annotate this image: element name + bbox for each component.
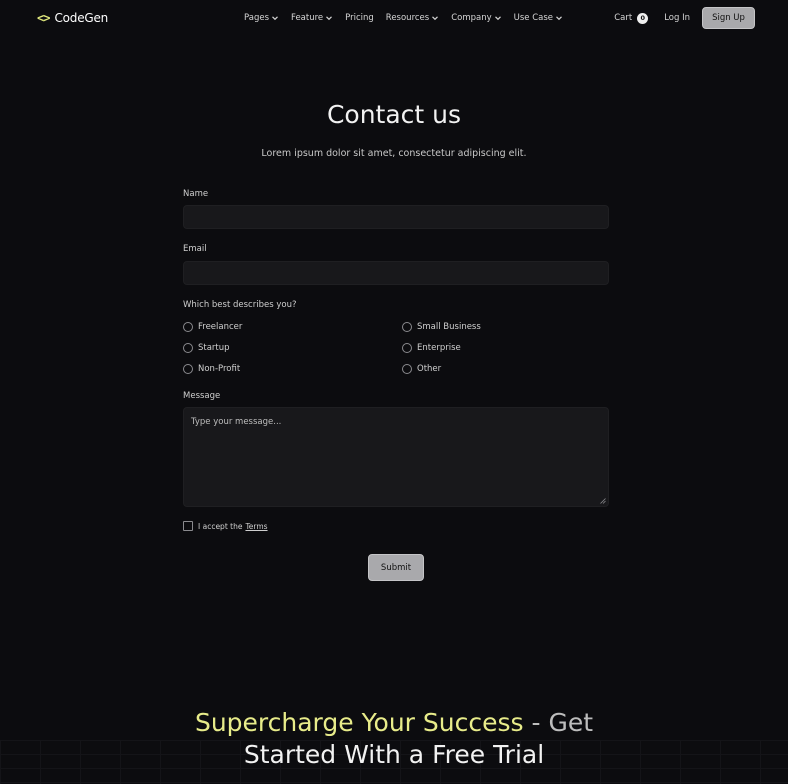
nav-item-pages[interactable]: Pages xyxy=(244,13,279,23)
chevron-down-icon xyxy=(494,16,501,21)
email-input[interactable] xyxy=(183,261,609,285)
message-label: Message xyxy=(183,391,221,401)
nav-item-company[interactable]: Company xyxy=(451,13,501,23)
cta-rest: - Get xyxy=(523,708,594,737)
site-header: <> CodeGen Pages Feature Pricing Resourc… xyxy=(0,0,788,36)
nav-item-pricing[interactable]: Pricing xyxy=(345,13,374,23)
name-input[interactable] xyxy=(183,205,609,229)
chevron-down-icon xyxy=(326,16,333,21)
name-label: Name xyxy=(183,189,209,199)
cta-line-2: Started With a Free Trial xyxy=(243,740,545,769)
cta-line-1: Supercharge Your Success - Get xyxy=(0,707,788,739)
terms-checkbox-row[interactable]: I accept the Terms xyxy=(183,521,268,531)
cta-highlight: Supercharge Your Success xyxy=(194,708,524,737)
email-label: Email xyxy=(183,244,207,254)
header-actions: Cart 0 Log In Sign Up xyxy=(614,7,755,29)
radio-circle[interactable] xyxy=(183,343,193,353)
logo[interactable]: <> CodeGen xyxy=(37,11,108,25)
nav-label: Use Case xyxy=(513,13,554,23)
terms-checkbox[interactable] xyxy=(183,521,193,531)
message-textarea[interactable]: Type your message... xyxy=(183,407,609,507)
radio-other[interactable]: Other xyxy=(402,364,441,374)
nav-label: Feature xyxy=(291,13,324,23)
describe-label: Which best describes you? xyxy=(183,300,297,310)
radio-circle[interactable] xyxy=(402,322,412,332)
terms-link[interactable]: Terms xyxy=(245,522,267,531)
nav-label: Resources xyxy=(385,13,430,23)
radio-circle[interactable] xyxy=(183,364,193,374)
message-placeholder: Type your message... xyxy=(191,417,282,427)
brand-name: CodeGen xyxy=(54,11,109,25)
nav-item-feature[interactable]: Feature xyxy=(291,13,333,23)
cart-label: Cart xyxy=(614,13,633,23)
signup-button[interactable]: Sign Up xyxy=(702,7,755,29)
radio-label: Other xyxy=(417,364,442,374)
nav-label: Company xyxy=(451,13,492,23)
code-brackets-icon: <> xyxy=(37,11,50,25)
main-nav: Pages Feature Pricing Resources Company … xyxy=(244,13,575,23)
radio-circle[interactable] xyxy=(183,322,193,332)
radio-label: Small Business xyxy=(417,322,481,332)
radio-enterprise[interactable]: Enterprise xyxy=(402,343,461,353)
submit-button[interactable]: Submit xyxy=(368,554,424,581)
radio-label: Freelancer xyxy=(198,322,243,332)
resize-handle-icon[interactable] xyxy=(600,498,606,504)
nav-label: Pricing xyxy=(345,13,374,23)
login-link[interactable]: Log In xyxy=(664,13,690,23)
cart-link[interactable]: Cart 0 xyxy=(614,12,649,24)
radio-freelancer[interactable]: Freelancer xyxy=(183,322,242,332)
radio-label: Startup xyxy=(198,343,230,353)
nav-label: Pages xyxy=(244,13,270,23)
page-subtitle: Lorem ipsum dolor sit amet, consectetur … xyxy=(261,148,527,159)
radio-circle[interactable] xyxy=(402,343,412,353)
radio-circle[interactable] xyxy=(402,364,412,374)
terms-text: I accept the xyxy=(198,521,243,531)
chevron-down-icon xyxy=(556,16,562,21)
radio-label: Non-Profit xyxy=(198,364,241,374)
nav-item-use-case[interactable]: Use Case xyxy=(514,13,563,23)
radio-small-business[interactable]: Small Business xyxy=(402,322,481,332)
radio-label: Enterprise xyxy=(417,343,461,353)
cart-count-badge: 0 xyxy=(637,12,649,24)
radio-startup[interactable]: Startup xyxy=(183,343,230,353)
cta-heading: Supercharge Your Success - Get Started W… xyxy=(0,707,788,771)
page-title: Contact us xyxy=(326,100,462,129)
chevron-down-icon xyxy=(272,16,278,21)
nav-item-resources[interactable]: Resources xyxy=(386,13,439,23)
radio-non-profit[interactable]: Non-Profit xyxy=(183,364,240,374)
chevron-down-icon xyxy=(432,16,439,21)
